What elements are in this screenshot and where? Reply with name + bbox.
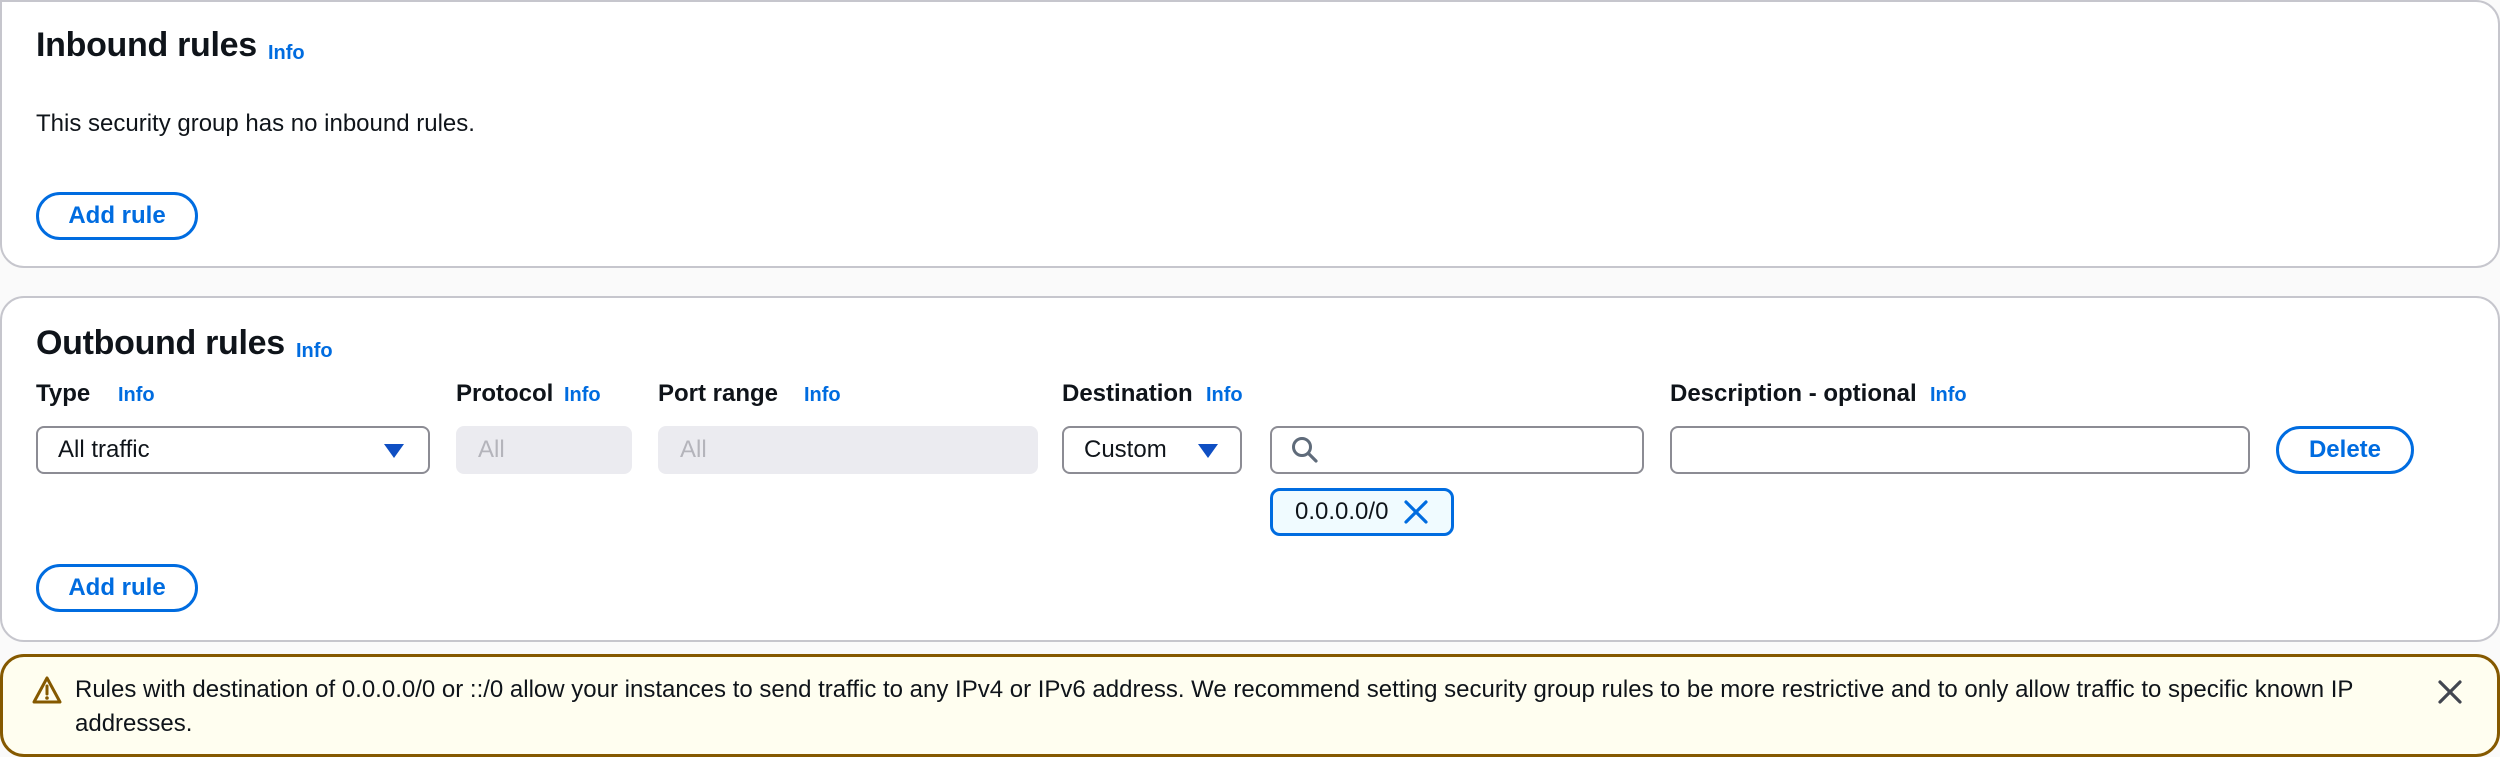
outbound-rules-panel: Outbound rules Info Type Info Protocol I… <box>0 296 2500 642</box>
type-select-value: All traffic <box>58 436 150 463</box>
column-label-type: Type <box>36 380 91 407</box>
column-label-description: Description - optional <box>1670 380 1917 407</box>
column-label-destination: Destination <box>1062 380 1193 407</box>
description-input[interactable] <box>1670 426 2250 474</box>
description-info-link[interactable]: Info <box>1930 384 1967 407</box>
outbound-info-link[interactable]: Info <box>296 340 333 363</box>
inbound-info-link[interactable]: Info <box>268 42 305 65</box>
protocol-info-link[interactable]: Info <box>564 384 601 407</box>
destination-type-value: Custom <box>1084 436 1167 463</box>
caret-down-icon <box>1198 444 1218 458</box>
port-range-field: All <box>658 426 1038 474</box>
protocol-field: All <box>456 426 632 474</box>
inbound-rules-panel: Inbound rules Info This security group h… <box>0 0 2500 268</box>
outbound-add-rule-button[interactable]: Add rule <box>36 564 198 612</box>
delete-rule-button[interactable]: Delete <box>2276 426 2414 474</box>
type-info-link[interactable]: Info <box>118 384 155 407</box>
destination-info-link[interactable]: Info <box>1206 384 1243 407</box>
search-icon <box>1292 437 1318 463</box>
inbound-rules-title: Inbound rules <box>36 26 257 64</box>
close-icon[interactable] <box>1402 498 1430 526</box>
destination-type-select[interactable]: Custom <box>1062 426 1242 474</box>
destination-token-label: 0.0.0.0/0 <box>1295 498 1389 525</box>
port-range-value: All <box>680 436 707 463</box>
destination-search-input[interactable] <box>1270 426 1644 474</box>
column-label-port-range: Port range <box>658 380 779 407</box>
inbound-add-rule-button[interactable]: Add rule <box>36 192 198 240</box>
column-label-protocol: Protocol <box>456 380 554 407</box>
close-icon[interactable] <box>2435 677 2465 707</box>
type-select[interactable]: All traffic <box>36 426 430 474</box>
port-range-info-link[interactable]: Info <box>804 384 841 407</box>
destination-token: 0.0.0.0/0 <box>1270 488 1454 536</box>
inbound-empty-message: This security group has no inbound rules… <box>36 110 475 137</box>
protocol-value: All <box>478 436 505 463</box>
outbound-rules-title: Outbound rules <box>36 324 285 362</box>
warning-message: Rules with destination of 0.0.0.0/0 or :… <box>75 676 2354 737</box>
warning-triangle-icon <box>32 676 62 704</box>
caret-down-icon <box>384 444 404 458</box>
warning-alert: Rules with destination of 0.0.0.0/0 or :… <box>0 654 2500 757</box>
